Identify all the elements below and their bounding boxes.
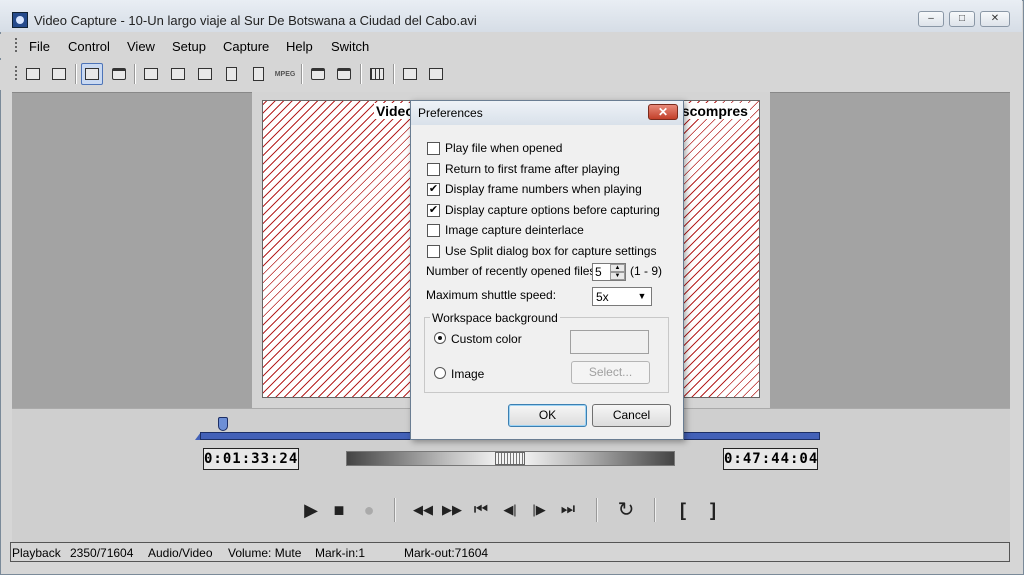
close-button[interactable]: ✕ bbox=[980, 11, 1010, 27]
dialog-title: Preferences bbox=[418, 106, 483, 120]
loop-icon[interactable]: ↻ bbox=[615, 500, 637, 520]
status-mark-out: Mark-out:71604 bbox=[404, 546, 489, 560]
transport-separator bbox=[596, 498, 598, 522]
image-label: Image bbox=[451, 367, 485, 381]
capture-camera-icon[interactable] bbox=[307, 63, 329, 85]
status-stream: Audio/Video bbox=[148, 546, 213, 560]
status-volume: Volume: Mute bbox=[228, 546, 302, 560]
checkbox-label: Return to first frame after playing bbox=[445, 162, 620, 176]
checkbox-split-dialog[interactable] bbox=[427, 245, 440, 258]
minimize-button[interactable]: – bbox=[918, 11, 944, 27]
toolbar-separator bbox=[75, 64, 77, 84]
preferences-icon[interactable] bbox=[140, 63, 162, 85]
status-frame: 2350/71604 bbox=[70, 546, 134, 560]
select-image-button[interactable]: Select... bbox=[571, 361, 650, 384]
shuttle-speed-label: Maximum shuttle speed: bbox=[426, 288, 557, 302]
next-frame-icon[interactable]: |▶ bbox=[528, 500, 550, 520]
custom-color-label: Custom color bbox=[451, 332, 522, 346]
checkbox-label: Display frame numbers when playing bbox=[445, 182, 642, 196]
edit-tools-icon[interactable] bbox=[247, 63, 269, 85]
panel-layout-icon[interactable] bbox=[425, 63, 447, 85]
frame-grid-icon[interactable] bbox=[366, 63, 388, 85]
chevron-down-icon[interactable]: ▼ bbox=[634, 289, 650, 304]
menu-view[interactable]: View bbox=[127, 39, 155, 54]
menu-control[interactable]: Control bbox=[68, 39, 110, 54]
mpeg-icon[interactable]: MPEG bbox=[274, 63, 296, 85]
record-icon[interactable]: ● bbox=[358, 500, 380, 520]
checkbox-deinterlace[interactable] bbox=[427, 224, 440, 237]
menu-setup[interactable]: Setup bbox=[172, 39, 206, 54]
toolbar-separator bbox=[301, 64, 303, 84]
menu-grip bbox=[15, 38, 19, 52]
rewind-icon[interactable]: ◀◀ bbox=[412, 500, 434, 520]
capture-save-icon[interactable] bbox=[333, 63, 355, 85]
checkbox-label: Display capture options before capturing bbox=[445, 203, 660, 217]
checkbox-display-capture-options[interactable]: ✔ bbox=[427, 204, 440, 217]
stepper-down-icon[interactable]: ▼ bbox=[610, 272, 625, 280]
radio-image[interactable] bbox=[434, 367, 446, 379]
shuttle-speed-value: 5x bbox=[596, 290, 609, 304]
recent-files-range: (1 - 9) bbox=[630, 264, 663, 278]
stop-icon[interactable]: ■ bbox=[328, 500, 350, 520]
previous-frame-icon[interactable]: ◀| bbox=[499, 500, 521, 520]
playback-mode-icon[interactable] bbox=[81, 63, 103, 85]
status-mark-in: Mark-in:1 bbox=[315, 546, 366, 560]
checkbox-display-frame-numbers[interactable]: ✔ bbox=[427, 183, 440, 196]
toolbar-separator bbox=[393, 64, 395, 84]
play-icon[interactable]: ▶ bbox=[300, 500, 322, 520]
transport-separator bbox=[394, 498, 396, 522]
mpeg-label: MPEG bbox=[274, 70, 296, 78]
menu-capture[interactable]: Capture bbox=[223, 39, 269, 54]
transport-separator bbox=[654, 498, 656, 522]
dialog-close-button[interactable]: ✕ bbox=[648, 104, 678, 120]
last-frame-icon[interactable]: ⏭ bbox=[557, 500, 579, 520]
mark-in-icon[interactable]: [ bbox=[672, 500, 694, 520]
checkbox-label: Use Split dialog box for capture setting… bbox=[445, 244, 657, 258]
custom-color-swatch[interactable] bbox=[570, 330, 649, 354]
recent-files-label: Number of recently opened files: bbox=[426, 264, 599, 278]
checkbox-label: Play file when opened bbox=[445, 141, 563, 155]
stepper-up-icon[interactable]: ▲ bbox=[610, 264, 625, 272]
maximize-button[interactable]: □ bbox=[949, 11, 975, 27]
toolbar-separator bbox=[360, 64, 362, 84]
menu-switch[interactable]: Switch bbox=[331, 39, 369, 54]
open-file-icon[interactable] bbox=[22, 63, 44, 85]
window-title: Video Capture - 10-Un largo viaje al Sur… bbox=[34, 13, 477, 28]
video-settings-icon[interactable] bbox=[194, 63, 216, 85]
fast-forward-icon[interactable]: ▶▶ bbox=[441, 500, 463, 520]
save-file-icon[interactable] bbox=[48, 63, 70, 85]
mark-out-icon[interactable]: ] bbox=[702, 500, 724, 520]
app-icon bbox=[12, 12, 28, 28]
cancel-button[interactable]: Cancel bbox=[592, 404, 671, 427]
checkbox-label: Image capture deinterlace bbox=[445, 223, 584, 237]
radio-custom-color[interactable] bbox=[434, 332, 446, 344]
menu-file[interactable]: File bbox=[29, 39, 50, 54]
workspace-background-label: Workspace background bbox=[430, 311, 560, 325]
menu-help[interactable]: Help bbox=[286, 39, 313, 54]
total-time-display: 0:47:44:04 bbox=[723, 448, 818, 470]
first-frame-icon[interactable]: ⏮ bbox=[470, 500, 492, 520]
checkbox-play-file[interactable] bbox=[427, 142, 440, 155]
toolbar-grip bbox=[15, 66, 19, 80]
ok-button[interactable]: OK bbox=[508, 404, 587, 427]
status-mode: Playback bbox=[12, 546, 61, 560]
window-layout-icon[interactable] bbox=[399, 63, 421, 85]
audio-settings-icon[interactable] bbox=[167, 63, 189, 85]
capture-mode-icon[interactable] bbox=[108, 63, 130, 85]
current-time-display: 0:01:33:24 bbox=[203, 448, 299, 470]
shuttle-knob[interactable] bbox=[495, 452, 525, 465]
checkbox-return-first-frame[interactable] bbox=[427, 163, 440, 176]
file-info-icon[interactable] bbox=[220, 63, 242, 85]
recent-files-value: 5 bbox=[595, 265, 602, 279]
timeline-position-handle[interactable] bbox=[218, 417, 228, 431]
toolbar-separator bbox=[134, 64, 136, 84]
